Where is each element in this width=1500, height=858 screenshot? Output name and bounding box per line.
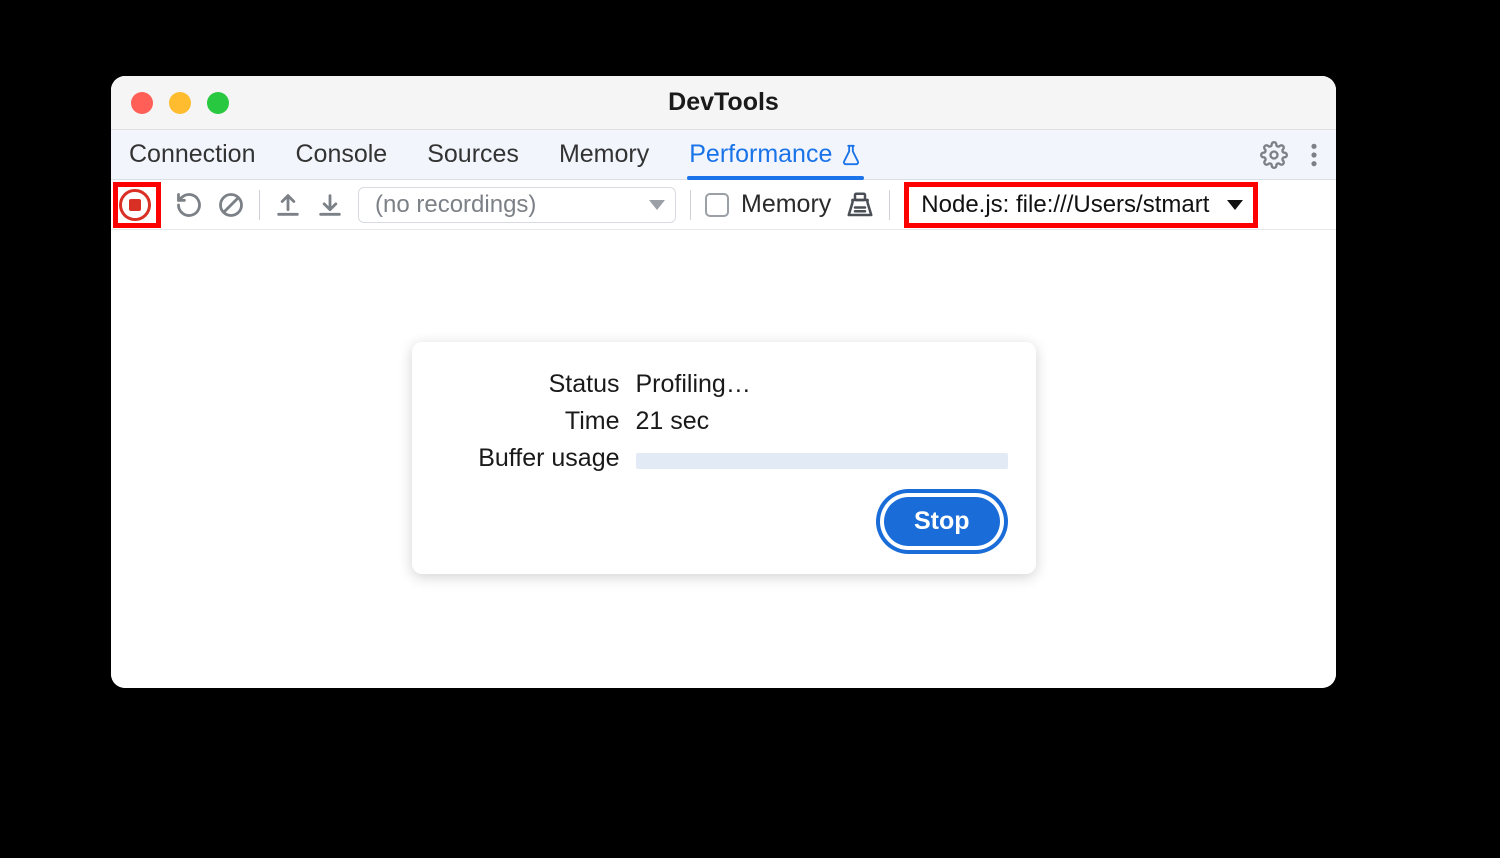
chevron-down-icon: [1227, 199, 1243, 211]
tabbar-right: [1260, 130, 1318, 179]
target-dropdown-label: Node.js: file:///Users/stmart: [921, 191, 1209, 219]
traffic-lights: [131, 92, 229, 114]
tab-performance[interactable]: Performance: [689, 130, 862, 179]
flask-icon: [840, 143, 862, 167]
more-menu-button[interactable]: [1310, 142, 1318, 168]
collect-garbage-button[interactable]: [845, 190, 875, 220]
toolbar-divider: [889, 190, 890, 220]
tabbar: Connection Console Sources Memory Perfor…: [111, 130, 1336, 180]
recordings-dropdown-label: (no recordings): [375, 191, 536, 219]
status-label: Status: [440, 370, 620, 399]
buffer-usage-bar: [636, 453, 1008, 469]
time-label: Time: [440, 407, 620, 436]
status-row: Status Profiling…: [440, 370, 1008, 399]
panel-actions: Stop: [440, 497, 1008, 552]
profiling-status-panel: Status Profiling… Time 21 sec Buffer usa…: [412, 342, 1036, 574]
window-title: DevTools: [111, 88, 1336, 117]
memory-checkbox-wrap[interactable]: Memory: [705, 190, 831, 219]
devtools-window: DevTools Connection Console Sources Memo…: [111, 76, 1336, 688]
toolbar-divider: [690, 190, 691, 220]
stop-button[interactable]: Stop: [884, 497, 1000, 546]
reload-button[interactable]: [175, 191, 203, 219]
record-stop-icon: [119, 189, 151, 221]
clear-button[interactable]: [217, 191, 245, 219]
minimize-window-button[interactable]: [169, 92, 191, 114]
close-window-button[interactable]: [131, 92, 153, 114]
performance-toolbar: (no recordings) Memory Node.js: file:///…: [111, 180, 1336, 230]
record-button-highlight: [113, 182, 161, 228]
tab-connection[interactable]: Connection: [129, 130, 255, 179]
tab-memory[interactable]: Memory: [559, 130, 649, 179]
tab-sources[interactable]: Sources: [427, 130, 519, 179]
content-area: Status Profiling… Time 21 sec Buffer usa…: [111, 230, 1336, 688]
memory-checkbox-label: Memory: [741, 190, 831, 219]
settings-button[interactable]: [1260, 141, 1288, 169]
status-value: Profiling…: [636, 370, 1008, 399]
recordings-dropdown[interactable]: (no recordings): [358, 187, 676, 223]
toolbar-divider: [259, 190, 260, 220]
tab-label: Performance: [689, 140, 832, 169]
chevron-down-icon: [649, 199, 665, 211]
buffer-label: Buffer usage: [440, 444, 620, 473]
time-value: 21 sec: [636, 407, 1008, 436]
download-profile-button[interactable]: [316, 191, 344, 219]
time-row: Time 21 sec: [440, 407, 1008, 436]
target-dropdown[interactable]: Node.js: file:///Users/stmart: [904, 182, 1258, 228]
buffer-row: Buffer usage: [440, 444, 1008, 473]
upload-profile-button[interactable]: [274, 191, 302, 219]
stop-recording-button[interactable]: [119, 189, 151, 221]
memory-checkbox[interactable]: [705, 193, 729, 217]
maximize-window-button[interactable]: [207, 92, 229, 114]
tab-console[interactable]: Console: [295, 130, 387, 179]
titlebar: DevTools: [111, 76, 1336, 130]
